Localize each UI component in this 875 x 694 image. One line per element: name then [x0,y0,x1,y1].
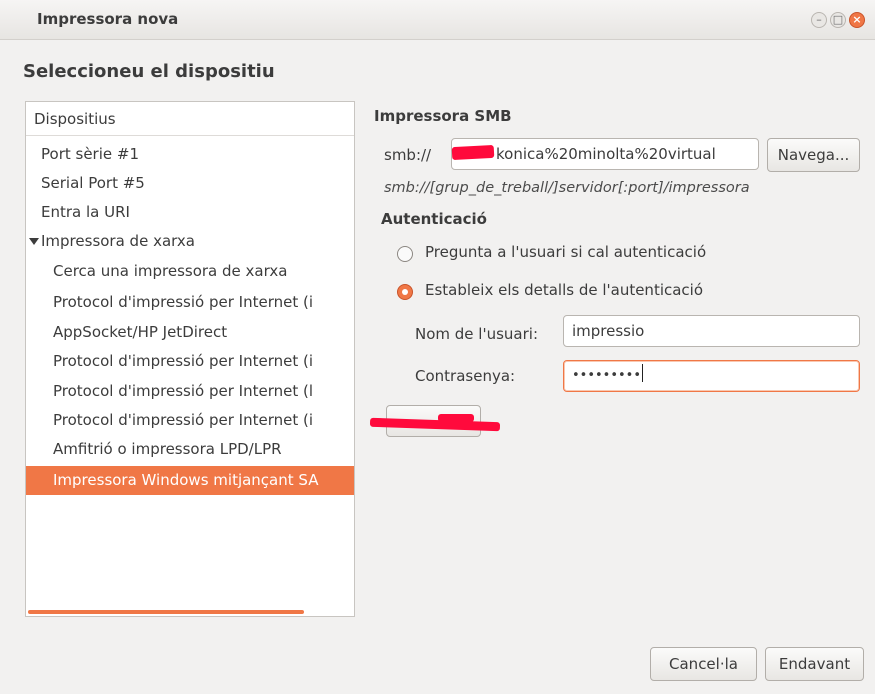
device-item-windows-samba[interactable]: Impressora Windows mitjançant SA [26,466,354,495]
browse-button[interactable]: Navega... [767,138,860,172]
window-titlebar: Impressora nova – □ × [0,0,875,40]
device-item-find-network-printer[interactable]: Cerca una impressora de xarxa [26,257,354,286]
device-item-label: AppSocket/HP JetDirect [53,323,228,341]
password-value: ••••••••• [572,368,642,383]
device-item-label: Entra la URI [41,203,130,221]
password-input[interactable]: ••••••••• [563,360,860,392]
minimize-icon[interactable]: – [811,12,827,28]
auth-set-radio[interactable] [397,284,413,300]
device-item-label: Protocol d'impressió per Internet (i [53,411,314,429]
smb-section-title: Impressora SMB [374,107,512,125]
device-item-lpd-lpr[interactable]: Amfitrió o impressora LPD/LPR [26,435,354,464]
auth-section-title: Autenticació [381,210,487,228]
page-title: Seleccioneu el dispositiu [23,61,275,82]
cancel-button[interactable]: Cancel·la [650,647,757,681]
device-item-label: Port sèrie #1 [41,145,139,163]
forward-button[interactable]: Endavant [765,647,864,681]
window-title: Impressora nova [37,10,179,28]
horizontal-scrollbar[interactable] [28,610,304,614]
device-group-network-printer[interactable]: Impressora de xarxa [26,227,354,256]
device-item-label: Protocol d'impressió per Internet (i [53,352,314,370]
device-item-ipp-3[interactable]: Protocol d'impressió per Internet (l [26,377,354,406]
device-item-label: Impressora de xarxa [41,232,195,250]
device-item-label: Protocol d'impressió per Internet (i [53,293,314,311]
device-item-label: Amfitrió o impressora LPD/LPR [53,440,282,458]
smb-prefix-label: smb:// [384,146,432,164]
expander-down-icon[interactable] [29,238,39,245]
device-item-label: Cerca una impressora de xarxa [53,262,288,280]
username-value: impressio [572,322,645,340]
device-item-label: Impressora Windows mitjançant SA [53,471,319,489]
auth-set-label[interactable]: Estableix els detalls de l'autenticació [425,281,703,299]
smb-uri-input[interactable]: konica%20minolta%20virtual [451,138,759,170]
device-item-ipp-1[interactable]: Protocol d'impressió per Internet (i [26,288,354,317]
device-list-header[interactable]: Dispositius [26,102,354,136]
device-list[interactable]: Dispositius Port sèrie #1 Serial Port #5… [25,101,355,617]
close-icon[interactable]: × [849,12,865,28]
password-label: Contrasenya: [415,367,516,385]
auth-prompt-radio[interactable] [397,246,413,262]
device-item-serial-port-1[interactable]: Port sèrie #1 [26,140,354,169]
maximize-icon[interactable]: □ [830,12,846,28]
username-label: Nom de l'usuari: [415,325,538,343]
redaction-mark [451,144,495,161]
device-item-ipp-2[interactable]: Protocol d'impressió per Internet (i [26,347,354,376]
auth-prompt-label[interactable]: Pregunta a l'usuari si cal autenticació [425,243,706,261]
device-item-enter-uri[interactable]: Entra la URI [26,198,354,227]
device-item-label: Serial Port #5 [41,174,145,192]
device-item-serial-port-5[interactable]: Serial Port #5 [26,169,354,198]
device-item-label: Protocol d'impressió per Internet (l [53,382,314,400]
redaction-mark [438,414,474,422]
username-input[interactable]: impressio [563,315,860,347]
device-item-appsocket[interactable]: AppSocket/HP JetDirect [26,318,354,347]
text-caret [642,364,644,382]
smb-uri-hint: smb://[grup_de_treball/]servidor[:port]/… [384,180,750,196]
smb-uri-value: konica%20minolta%20virtual [496,145,716,163]
device-item-ipp-4[interactable]: Protocol d'impressió per Internet (i [26,406,354,435]
